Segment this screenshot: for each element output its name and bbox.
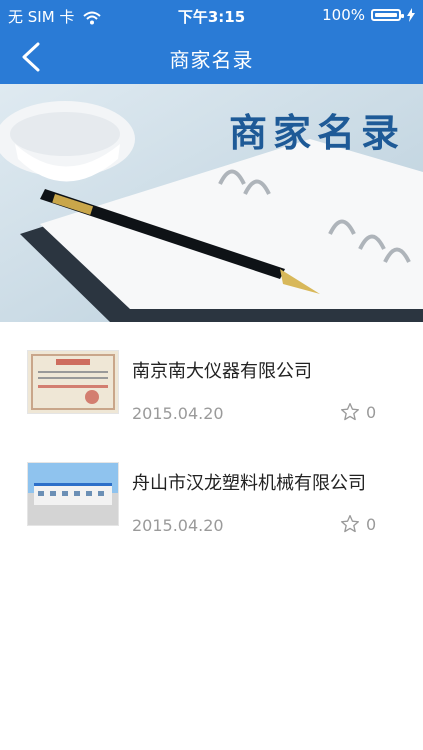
battery-icon [371, 9, 404, 21]
favorite-count: 0 [366, 514, 377, 534]
page-title: 商家名录 [169, 48, 254, 72]
list-item[interactable]: 舟山市汉龙塑料机械有限公司 2015.04.20 0 [0, 434, 423, 546]
merchant-date: 2015.04.20 [132, 516, 224, 535]
favorite-button[interactable]: 0 [340, 514, 376, 534]
favorite-count: 0 [366, 402, 377, 422]
merchant-thumbnail [27, 462, 119, 526]
battery-percent: 100% [322, 6, 365, 24]
list-item[interactable]: 南京南大仪器有限公司 2015.04.20 0 [0, 322, 423, 434]
status-bar: 无 SIM 卡 下午3:15 100% [0, 0, 423, 30]
merchant-date: 2015.04.20 [132, 404, 224, 423]
merchant-list: 南京南大仪器有限公司 2015.04.20 0 舟山市汉龙塑料机械有限公司 20… [0, 322, 423, 546]
banner-image: 商家名录 [0, 84, 423, 322]
star-icon [341, 403, 359, 421]
banner-title: 商家名录 [228, 111, 405, 155]
merchant-name: 舟山市汉龙塑料机械有限公司 [132, 473, 366, 494]
merchant-name: 南京南大仪器有限公司 [132, 361, 312, 382]
nav-bar: 商家名录 [0, 30, 423, 84]
status-right: 100% [322, 6, 415, 24]
favorite-button[interactable]: 0 [340, 402, 376, 422]
charging-bolt-icon [407, 8, 415, 22]
merchant-thumbnail [27, 350, 119, 414]
star-icon [341, 515, 359, 533]
